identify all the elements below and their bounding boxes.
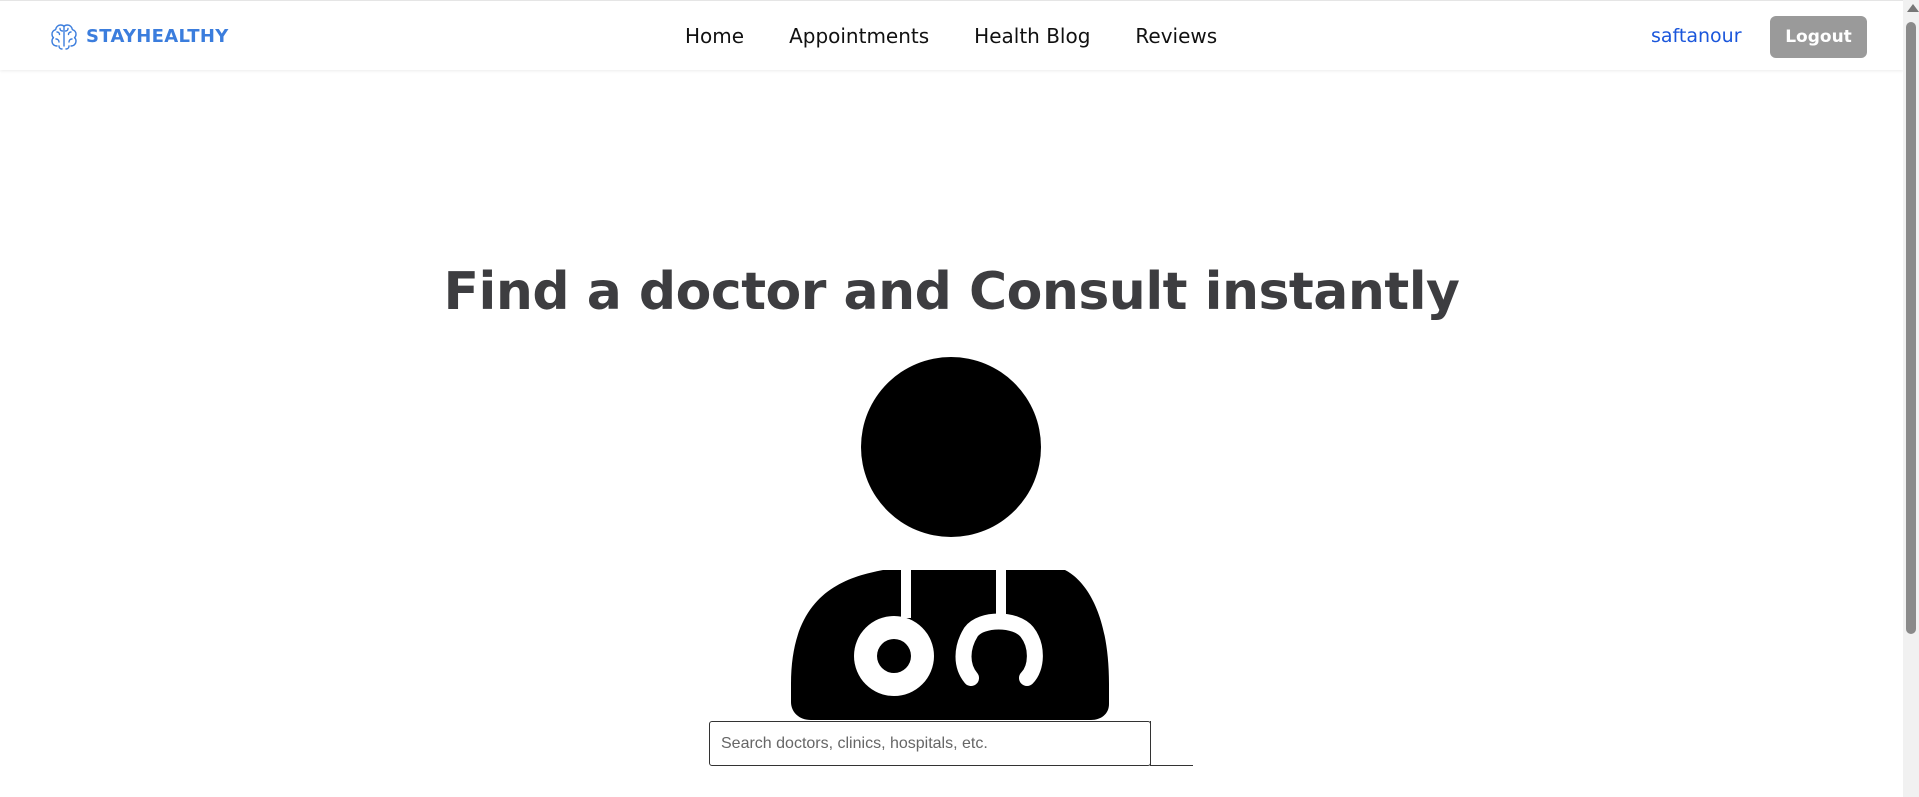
top-navbar: STAYHEALTHY Home Appointments Health Blo… bbox=[0, 0, 1903, 70]
brain-icon bbox=[51, 24, 77, 50]
scrollbar-thumb[interactable] bbox=[1906, 22, 1916, 634]
nav-health-blog[interactable]: Health Blog bbox=[974, 21, 1090, 51]
search-bar bbox=[709, 721, 1193, 766]
username-link[interactable]: saftanour bbox=[1651, 21, 1742, 51]
scroll-up-arrow-icon[interactable] bbox=[1907, 4, 1919, 12]
hero-title: Find a doctor and Consult instantly bbox=[443, 262, 1460, 322]
nav-appointments[interactable]: Appointments bbox=[789, 21, 929, 51]
doctor-icon bbox=[791, 357, 1109, 720]
brand-name: STAYHEALTHY bbox=[86, 25, 229, 47]
page: STAYHEALTHY Home Appointments Health Blo… bbox=[0, 0, 1919, 797]
search-button[interactable] bbox=[1150, 721, 1193, 766]
logout-button[interactable]: Logout bbox=[1770, 16, 1867, 58]
main-nav: Home Appointments Health Blog Reviews bbox=[685, 21, 1217, 51]
nav-reviews[interactable]: Reviews bbox=[1135, 21, 1217, 51]
search-input[interactable] bbox=[709, 721, 1151, 766]
vertical-scrollbar[interactable] bbox=[1903, 0, 1919, 797]
nav-home[interactable]: Home bbox=[685, 21, 744, 51]
logo[interactable]: STAYHEALTHY bbox=[48, 19, 229, 53]
